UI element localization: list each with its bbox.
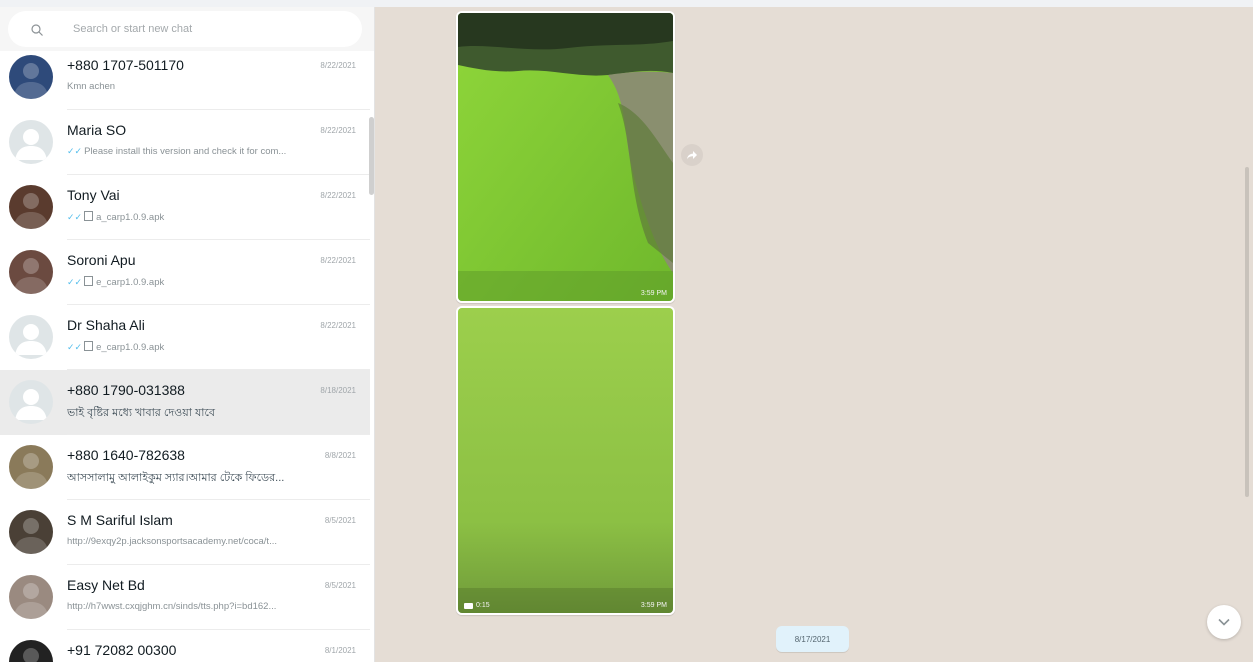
chat-preview: http://9exqy2p.jacksonsportsacademy.net/…	[67, 536, 352, 547]
search-bar	[0, 7, 374, 51]
video-camera-icon	[464, 602, 473, 609]
forward-button[interactable]	[681, 144, 703, 166]
default-avatar-icon	[15, 324, 47, 355]
window-top-strip	[0, 0, 1253, 7]
contact-photo	[23, 648, 39, 662]
chat-item[interactable]: +91 72082 003008/1/2021Hi brother	[0, 630, 370, 662]
avatar	[9, 185, 53, 229]
chat-item[interactable]: Maria SO 8/22/2021 ✓✓ Please install this v…	[0, 110, 370, 175]
chat-preview-text: Please install this version and check it…	[84, 146, 287, 157]
document-icon	[84, 341, 94, 351]
image-timestamp: 3:59 PM	[640, 290, 667, 297]
chat-name: +880 1707-501170	[67, 57, 184, 73]
chat-preview-text: http://9exqy2p.jacksonsportsacademy.net/…	[67, 536, 277, 547]
search-input[interactable]	[73, 20, 353, 38]
document-icon	[84, 276, 94, 286]
chat-preview: http://h7wwst.cxqjghm.cn/sinds/tts.php?i…	[67, 601, 352, 612]
avatar	[9, 120, 53, 164]
chat-name: S M Sariful Islam	[67, 512, 173, 528]
read-receipt-icon: ✓✓	[67, 342, 83, 352]
chat-name: Dr Shaha Ali	[67, 317, 145, 333]
read-receipt-icon: ✓✓	[67, 277, 83, 287]
search-icon	[31, 24, 43, 36]
conversation-panel: 3:59 PM 0:15 3:59 PM 8/17/2021	[375, 7, 1253, 662]
chat-preview-text: e_carp1.0.9.apk	[96, 342, 165, 353]
chat-preview-text: a_carp1.0.9.apk	[96, 212, 165, 223]
chat-name: Tony Vai	[67, 187, 120, 203]
chat-preview: ✓✓ e_carp1.0.9.apk	[67, 276, 352, 288]
chat-name: +91 72082 00300	[67, 642, 177, 658]
contact-photo	[13, 258, 49, 294]
chat-date: 8/5/2021	[324, 516, 356, 525]
contact-photo	[13, 63, 49, 99]
chat-preview: ✓✓ a_carp1.0.9.apk	[67, 211, 352, 223]
avatar	[9, 445, 53, 489]
chevron-down-icon	[1218, 618, 1230, 626]
chat-date: 8/18/2021	[320, 386, 356, 395]
video-duration: 0:15	[464, 602, 490, 609]
avatar	[9, 640, 53, 662]
pond-photo	[458, 13, 673, 301]
sidebar-scrollbar[interactable]	[369, 117, 374, 195]
chat-preview: ভাই বৃষ্টির মধ্যে খাবার দেওয়া যাবে	[67, 404, 352, 423]
chat-date: 8/8/2021	[324, 451, 356, 460]
chat-name: +880 1640-782638	[67, 447, 185, 463]
avatar	[9, 55, 53, 99]
video-thumbnail	[458, 308, 673, 613]
chat-item[interactable]: +880 1707-501170 8/22/2021 Kmn achen	[0, 45, 370, 110]
scroll-down-button[interactable]	[1207, 605, 1241, 639]
default-avatar-icon	[15, 389, 47, 420]
default-avatar-icon	[15, 129, 47, 160]
chat-name: Maria SO	[67, 122, 127, 138]
chat-item[interactable]: +880 1790-031388 8/18/2021 ভাই বৃষ্টির মধ্…	[0, 370, 370, 435]
read-receipt-icon: ✓✓	[67, 146, 83, 156]
read-receipt-icon: ✓✓	[67, 212, 83, 222]
chat-item[interactable]: Soroni Apu 8/22/2021 ✓✓ e_carp1.0.9.apk	[0, 240, 370, 305]
avatar	[9, 575, 53, 619]
video-duration-text: 0:15	[476, 602, 490, 609]
avatar	[9, 315, 53, 359]
chat-preview: ✓✓ Please install this version and check …	[67, 146, 352, 157]
document-icon	[84, 211, 94, 221]
chat-item[interactable]: +880 1640-782638 8/8/2021 আসসালামু আলাইকুম…	[0, 435, 370, 500]
search-box[interactable]	[8, 11, 362, 47]
date-divider: 8/17/2021	[776, 626, 849, 652]
chat-preview-text: Kmn achen	[67, 81, 116, 92]
chat-date: 8/22/2021	[320, 321, 356, 330]
avatar	[9, 380, 53, 424]
video-timestamp: 3:59 PM	[640, 602, 667, 609]
chat-item[interactable]: Easy Net Bd 8/5/2021 http://h7wwst.cxqjghm…	[0, 565, 370, 630]
chat-preview-text: ভাই বৃষ্টির মধ্যে খাবার দেওয়া যাবে	[67, 407, 216, 419]
contact-photo	[13, 518, 49, 554]
avatar	[9, 250, 53, 294]
chat-item[interactable]: Dr Shaha Ali 8/22/2021 ✓✓ e_carp1.0.9.apk	[0, 305, 370, 370]
contact-photo	[13, 193, 49, 229]
contact-photo	[13, 583, 49, 619]
chat-name: +880 1790-031388	[67, 382, 185, 398]
chat-preview-text: আসসালামু আলাইকুম স্যার।আমার টেকে ফিডের..…	[67, 472, 285, 484]
chat-name: Easy Net Bd	[67, 577, 145, 593]
chat-date: 8/1/2021	[324, 646, 356, 655]
chat-date: 8/22/2021	[320, 256, 356, 265]
chat-date: 8/22/2021	[320, 61, 356, 70]
chat-date: 8/22/2021	[320, 191, 356, 200]
image-message[interactable]: 3:59 PM	[456, 11, 675, 303]
chat-name: Soroni Apu	[67, 252, 136, 268]
chat-preview-text: e_carp1.0.9.apk	[96, 277, 165, 288]
chat-list-sidebar: +880 1707-501170 8/22/2021 Kmn achen Maria …	[0, 7, 375, 662]
chat-date: 8/5/2021	[324, 581, 356, 590]
chat-list: +880 1707-501170 8/22/2021 Kmn achen Maria …	[0, 45, 370, 662]
chat-preview: ✓✓ e_carp1.0.9.apk	[67, 341, 352, 353]
forward-icon	[687, 151, 697, 160]
chat-item[interactable]: Tony Vai 8/22/2021 ✓✓ a_carp1.0.9.apk	[0, 175, 370, 240]
chat-item[interactable]: S M Sariful Islam 8/5/2021 http://9exqy2p.…	[0, 500, 370, 565]
avatar	[9, 510, 53, 554]
contact-photo	[13, 453, 49, 489]
chat-preview: Kmn achen	[67, 81, 352, 92]
chat-preview-text: http://h7wwst.cxqjghm.cn/sinds/tts.php?i…	[67, 601, 277, 612]
conversation-scrollbar[interactable]	[1245, 167, 1249, 497]
chat-preview: আসসালামু আলাইকুম স্যার।আমার টেকে ফিডের..…	[67, 469, 352, 488]
video-message[interactable]: 0:15 3:59 PM	[456, 306, 675, 615]
chat-date: 8/22/2021	[320, 126, 356, 135]
